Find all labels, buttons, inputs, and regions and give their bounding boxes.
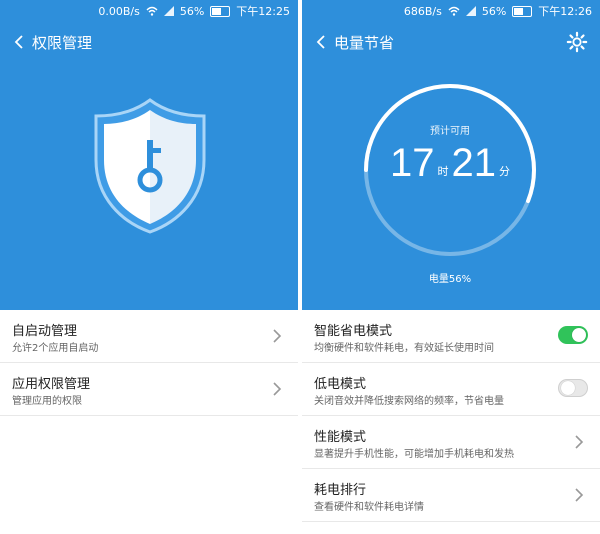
item-title: 性能模式: [314, 430, 367, 445]
chevron-left-icon: [316, 35, 325, 49]
toggle-knob: [561, 381, 575, 395]
title-bar: 电量节省: [302, 28, 600, 56]
wifi-icon: [146, 6, 158, 16]
chevron-right-icon: [273, 382, 282, 396]
power-saving-screen: 686B/s 56% 下午12:26 电量节省 预计可用 17 时 21 分 电…: [302, 0, 600, 534]
clock: 下午12:26: [538, 5, 592, 18]
chevron-right-icon: [273, 329, 282, 343]
chevron-left-icon: [14, 35, 23, 49]
battery-percent: 56%: [179, 4, 205, 18]
title-bar: 权限管理: [0, 28, 298, 56]
permission-manager-screen: 0.00B/s 56% 下午12:25 权限管理 自启动管理 允许2个应用自启动: [0, 0, 298, 534]
item-title: 应用权限管理: [12, 377, 91, 392]
signal-icon: [465, 6, 476, 16]
list-item-performance[interactable]: 性能模式 显著提升手机性能，可能增加手机耗电和发热: [302, 416, 600, 469]
item-title: 低电模式: [314, 377, 367, 392]
item-title: 智能省电模式: [314, 324, 393, 339]
item-subtitle: 显著提升手机性能，可能增加手机耗电和发热: [314, 449, 514, 460]
network-speed: 686B/s: [403, 4, 442, 18]
wifi-icon: [448, 6, 460, 16]
status-bar: 686B/s 56% 下午12:26: [302, 0, 600, 22]
list-item-low-power: 低电模式 关闭音效并降低搜索网络的频率，节省电量: [302, 363, 600, 416]
list-item-smart-saving: 智能省电模式 均衡硬件和软件耗电，有效延长使用时间: [302, 310, 600, 363]
signal-icon: [163, 6, 174, 16]
battery-level-text: 电量56%: [428, 274, 472, 285]
status-bar: 0.00B/s 56% 下午12:25: [0, 0, 298, 22]
clock: 下午12:25: [236, 5, 290, 18]
shield-key-icon: [94, 98, 206, 234]
gear-icon[interactable]: [566, 31, 588, 53]
item-subtitle: 关闭音效并降低搜索网络的频率，节省电量: [314, 396, 504, 407]
item-subtitle: 均衡硬件和软件耗电，有效延长使用时间: [314, 343, 494, 354]
back-button[interactable]: [8, 31, 30, 53]
item-title: 自启动管理: [12, 324, 78, 339]
hours-unit: 时: [437, 165, 449, 178]
toggle-knob: [572, 328, 586, 342]
page-title: 权限管理: [32, 33, 93, 52]
minutes-value: 21: [451, 141, 497, 185]
low-power-toggle[interactable]: [558, 379, 588, 397]
estimated-time: 17 时 21 分: [360, 143, 540, 183]
chevron-right-icon: [575, 435, 584, 449]
list-item-autostart[interactable]: 自启动管理 允许2个应用自启动: [0, 310, 298, 363]
permission-list: 自启动管理 允许2个应用自启动 应用权限管理 管理应用的权限: [0, 310, 298, 416]
item-subtitle: 管理应用的权限: [12, 396, 82, 407]
gauge-texts: 预计可用 17 时 21 分 电量56%: [360, 80, 540, 285]
hours-value: 17: [390, 141, 435, 185]
list-item-app-permissions[interactable]: 应用权限管理 管理应用的权限: [0, 363, 298, 416]
battery-icon: [512, 5, 533, 17]
power-mode-list: 智能省电模式 均衡硬件和软件耗电，有效延长使用时间 低电模式 关闭音效并降低搜索…: [302, 310, 600, 522]
header-banner: 686B/s 56% 下午12:26 电量节省 预计可用 17 时 21 分 电…: [302, 0, 600, 310]
page-title: 电量节省: [334, 33, 395, 52]
header-banner: 0.00B/s 56% 下午12:25 权限管理: [0, 0, 298, 310]
network-speed: 0.00B/s: [98, 4, 140, 18]
battery-icon: [210, 5, 231, 17]
back-button[interactable]: [310, 31, 332, 53]
item-subtitle: 查看硬件和软件耗电详情: [314, 502, 424, 513]
item-title: 耗电排行: [314, 483, 367, 498]
list-item-power-ranking[interactable]: 耗电排行 查看硬件和软件耗电详情: [302, 469, 600, 522]
chevron-right-icon: [575, 488, 584, 502]
estimate-label: 预计可用: [430, 126, 470, 137]
item-subtitle: 允许2个应用自启动: [12, 343, 99, 354]
minutes-unit: 分: [499, 165, 510, 178]
battery-percent: 56%: [481, 4, 507, 18]
smart-saving-toggle[interactable]: [558, 326, 588, 344]
